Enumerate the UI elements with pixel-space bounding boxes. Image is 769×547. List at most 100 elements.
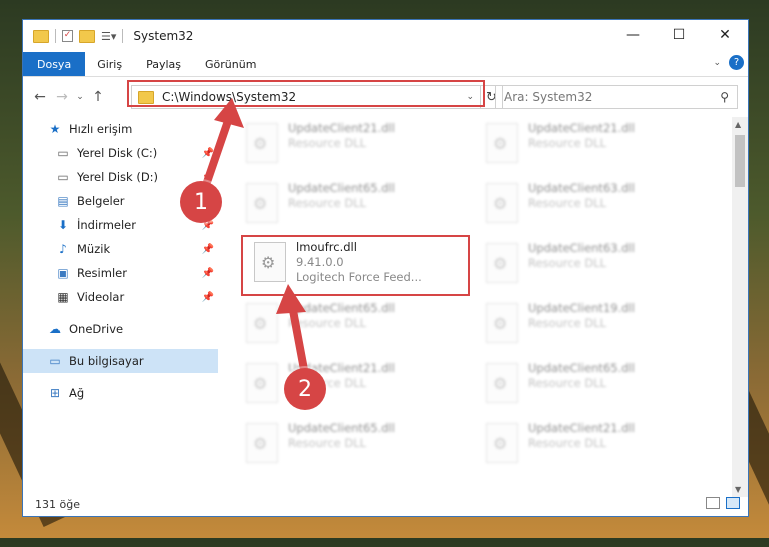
dll-file-icon (246, 363, 278, 403)
file-item[interactable]: UpdateClient65.dllResource DLL (238, 419, 458, 473)
file-name: UpdateClient65.dll (528, 361, 635, 375)
dll-file-icon (486, 423, 518, 463)
sidebar-item-local-disk-c[interactable]: ▭ Yerel Disk (C:) 📌 (23, 141, 218, 165)
dll-file-icon (246, 303, 278, 343)
up-arrow-icon[interactable]: ↑ (87, 89, 109, 105)
back-arrow-icon[interactable]: ← (29, 89, 51, 105)
sidebar-item-pictures[interactable]: ▣ Resimler 📌 (23, 261, 218, 285)
quick-access-toolbar: ✓ ☰▾ (23, 29, 124, 43)
sidebar-item-label: OneDrive (69, 322, 124, 336)
customize-icon[interactable]: ☰▾ (101, 30, 116, 43)
scroll-up-icon[interactable]: ▲ (735, 120, 741, 129)
details-view-icon[interactable] (706, 497, 720, 509)
address-highlight-box (127, 80, 485, 107)
sidebar-item-quick-access[interactable]: ★ Hızlı erişim (23, 117, 218, 141)
file-type: Resource DLL (288, 436, 367, 450)
file-item[interactable]: UpdateClient21.dllResource DLL (478, 119, 698, 173)
file-item[interactable]: UpdateClient65.dllResource DLL (238, 179, 458, 233)
sidebar-item-label: İndirmeler (77, 218, 136, 232)
recent-locations-icon[interactable]: ⌄ (73, 92, 87, 102)
search-icon: ⚲ (720, 90, 729, 104)
tab-share[interactable]: Paylaş (134, 52, 193, 76)
file-highlight-box (241, 235, 470, 296)
file-type: Resource DLL (528, 136, 607, 150)
sidebar-item-this-pc[interactable]: ▭ Bu bilgisayar (23, 349, 218, 373)
sidebar-item-label: Bu bilgisayar (69, 354, 144, 368)
folder-icon (33, 29, 49, 43)
file-name: UpdateClient21.dll (288, 121, 395, 135)
tab-view[interactable]: Görünüm (193, 52, 268, 76)
pin-icon[interactable]: 📌 (202, 292, 214, 303)
ribbon-tabs: Dosya Giriş Paylaş Görünüm ⌄ ? (23, 52, 748, 77)
tiles-view-icon[interactable] (726, 497, 740, 509)
file-type: Resource DLL (288, 196, 367, 210)
sidebar-item-label: Yerel Disk (C:) (77, 146, 158, 160)
cloud-icon: ☁ (49, 322, 61, 336)
file-item[interactable]: UpdateClient21.dllResource DLL (478, 419, 698, 473)
sidebar-item-music[interactable]: ♪ Müzik 📌 (23, 237, 218, 261)
file-list: UpdateClient21.dllResource DLL UpdateCli… (228, 117, 733, 495)
minimize-button[interactable]: — (610, 20, 656, 50)
step-marker-1: 1 (180, 181, 222, 223)
pin-icon[interactable]: 📌 (202, 268, 214, 279)
separator (55, 29, 56, 43)
separator (122, 29, 124, 43)
help-icon[interactable]: ? (729, 55, 744, 70)
sidebar-item-label: Hızlı erişim (69, 122, 133, 136)
ribbon-right: ⌄ ? (713, 55, 744, 70)
explorer-window: ✓ ☰▾ System32 — ☐ ✕ Dosya Giriş Paylaş G… (22, 19, 749, 517)
new-folder-icon[interactable] (79, 29, 95, 43)
documents-icon: ▤ (57, 194, 69, 208)
music-icon: ♪ (59, 242, 67, 256)
sidebar-item-onedrive[interactable]: ☁ OneDrive (23, 317, 218, 341)
forward-arrow-icon[interactable]: → (51, 89, 73, 105)
dll-file-icon (486, 123, 518, 163)
file-type: Resource DLL (528, 436, 607, 450)
pin-icon[interactable]: 📌 (202, 148, 214, 159)
file-name: UpdateClient63.dll (528, 181, 635, 195)
step-marker-2: 2 (284, 368, 326, 410)
sidebar-item-label: Resimler (77, 266, 127, 280)
pin-icon[interactable]: 📌 (202, 244, 214, 255)
sidebar-item-label: Ağ (69, 386, 85, 400)
dll-file-icon (486, 183, 518, 223)
file-item[interactable]: UpdateClient65.dllResource DLL (478, 359, 698, 413)
dll-file-icon (246, 123, 278, 163)
expand-ribbon-icon[interactable]: ⌄ (713, 58, 721, 68)
download-icon: ⬇ (57, 218, 69, 232)
properties-icon[interactable]: ✓ (62, 30, 73, 42)
dll-file-icon (486, 363, 518, 403)
sidebar-item-network[interactable]: ⊞ Ağ (23, 381, 218, 405)
file-type: Resource DLL (528, 376, 607, 390)
tab-file[interactable]: Dosya (23, 52, 86, 76)
window-controls: — ☐ ✕ (610, 20, 748, 50)
file-item[interactable]: UpdateClient21.dllResource DLL (238, 119, 458, 173)
file-item[interactable]: UpdateClient63.dllResource DLL (478, 179, 698, 233)
file-item[interactable]: UpdateClient21.dllResource DLL (238, 359, 458, 413)
vertical-scrollbar[interactable]: ▲ ▼ (732, 117, 748, 497)
item-count: 131 öğe (35, 497, 80, 511)
maximize-button[interactable]: ☐ (656, 20, 702, 50)
search-input[interactable]: Ara: System32 ⚲ (495, 85, 738, 109)
star-icon: ★ (49, 122, 61, 136)
navigation-pane: ★ Hızlı erişim ▭ Yerel Disk (C:) 📌 ▭ Yer… (23, 117, 218, 497)
sidebar-item-label: Müzik (77, 242, 111, 256)
sidebar-item-label: Videolar (77, 290, 125, 304)
file-type: Resource DLL (528, 316, 607, 330)
close-button[interactable]: ✕ (702, 20, 748, 50)
dll-file-icon (246, 423, 278, 463)
file-item[interactable]: UpdateClient19.dllResource DLL (478, 299, 698, 353)
file-name: UpdateClient65.dll (288, 181, 395, 195)
dll-file-icon (486, 243, 518, 283)
network-icon: ⊞ (49, 386, 61, 400)
file-name: UpdateClient21.dll (528, 421, 635, 435)
scroll-thumb[interactable] (735, 135, 745, 187)
file-item[interactable]: UpdateClient63.dllResource DLL (478, 239, 698, 293)
status-bar: 131 öğe (23, 492, 748, 516)
sidebar-item-videos[interactable]: ▦ Videolar 📌 (23, 285, 218, 309)
drive-icon: ▭ (57, 146, 69, 160)
search-placeholder: Ara: System32 (504, 90, 593, 104)
tab-home[interactable]: Giriş (85, 52, 134, 76)
dll-file-icon (246, 183, 278, 223)
file-item[interactable]: UpdateClient65.dllResource DLL (238, 299, 458, 353)
